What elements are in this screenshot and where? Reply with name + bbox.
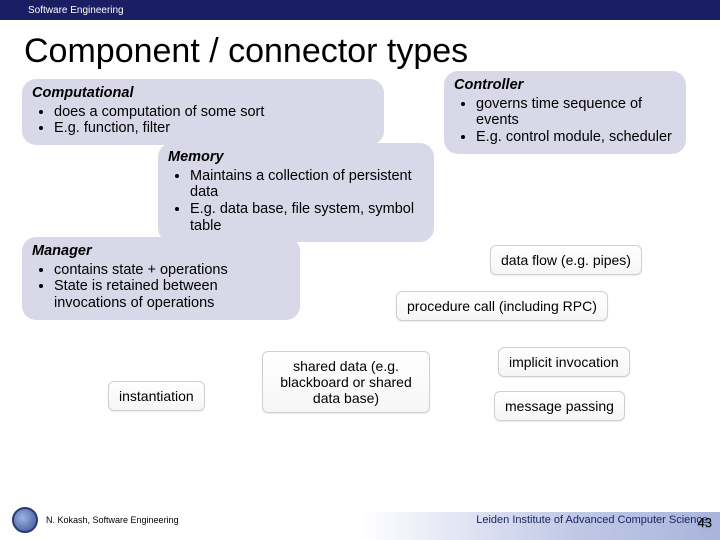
bullet: E.g. control module, scheduler bbox=[476, 129, 676, 146]
chip-procedure: procedure call (including RPC) bbox=[396, 291, 608, 321]
footer-left: N. Kokash, Software Engineering bbox=[12, 507, 179, 533]
top-bar: Software Engineering bbox=[0, 0, 720, 20]
footer-affiliation: Leiden Institute of Advanced Computer Sc… bbox=[476, 514, 708, 526]
chip-implicit: implicit invocation bbox=[498, 347, 630, 377]
chip-instantiation: instantiation bbox=[108, 381, 205, 411]
slide-content: Computational does a computation of some… bbox=[0, 79, 720, 479]
seal-icon bbox=[12, 507, 38, 533]
box-head: Manager bbox=[32, 243, 290, 260]
bullet: E.g. data base, file system, symbol tabl… bbox=[190, 201, 424, 234]
chip-message: message passing bbox=[494, 391, 625, 421]
box-computational: Computational does a computation of some… bbox=[22, 79, 384, 145]
box-head: Computational bbox=[32, 85, 374, 102]
bullet: Maintains a collection of persistent dat… bbox=[190, 168, 424, 201]
bullet: State is retained between invocations of… bbox=[54, 278, 290, 311]
box-head: Memory bbox=[168, 149, 424, 166]
page-number: 43 bbox=[698, 515, 712, 530]
chip-shared: shared data (e.g. blackboard or shared d… bbox=[262, 351, 430, 413]
box-head: Controller bbox=[454, 77, 676, 94]
box-manager: Manager contains state + operations Stat… bbox=[22, 237, 300, 320]
chip-dataflow: data flow (e.g. pipes) bbox=[490, 245, 642, 275]
footer-credit: N. Kokash, Software Engineering bbox=[46, 515, 179, 525]
box-controller: Controller governs time sequence of even… bbox=[444, 71, 686, 154]
footer: N. Kokash, Software Engineering Leiden I… bbox=[0, 500, 720, 540]
bullet: E.g. function, filter bbox=[54, 120, 374, 137]
top-bar-label: Software Engineering bbox=[28, 5, 124, 16]
bullet: contains state + operations bbox=[54, 262, 290, 279]
box-memory: Memory Maintains a collection of persist… bbox=[158, 143, 434, 242]
bullet: does a computation of some sort bbox=[54, 104, 374, 121]
bullet: governs time sequence of events bbox=[476, 96, 676, 129]
